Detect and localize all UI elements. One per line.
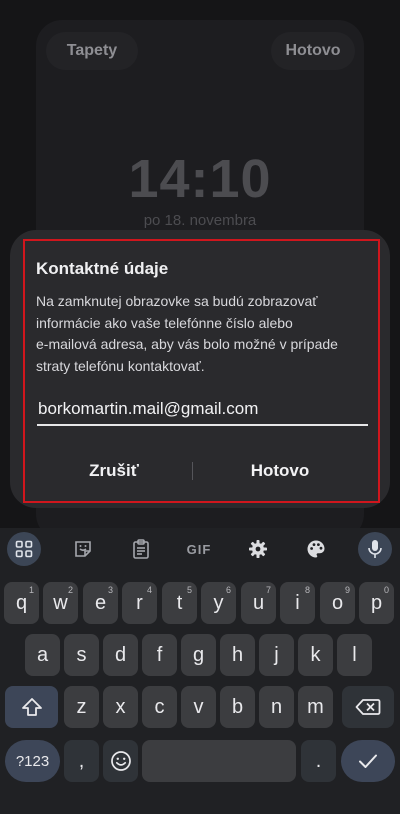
key-m[interactable]: m — [298, 686, 333, 728]
key-j[interactable]: j — [259, 634, 294, 676]
gear-icon[interactable] — [241, 532, 275, 566]
key-w[interactable]: w2 — [43, 582, 78, 624]
emoji-key[interactable] — [103, 740, 138, 782]
key-o[interactable]: o9 — [320, 582, 355, 624]
clipboard-icon[interactable] — [124, 532, 158, 566]
dialog-description-line: straty telefónu kontaktovať. — [36, 357, 205, 374]
emoji-icon — [110, 751, 131, 771]
key-h[interactable]: h — [220, 634, 255, 676]
key-b[interactable]: b — [220, 686, 255, 728]
sticker-icon[interactable] — [66, 532, 100, 566]
key-n[interactable]: n — [259, 686, 294, 728]
done-button[interactable]: Hotovo — [271, 32, 355, 70]
key-i[interactable]: i8 — [280, 582, 315, 624]
key-p[interactable]: p0 — [359, 582, 394, 624]
comma-key[interactable]: , — [64, 740, 99, 782]
dialog-description-line: Na zamknutej obrazovke sa budú zobrazova… — [36, 293, 318, 309]
dialog-description-line: e-mailová adresa, aby vás bolo možné v p… — [36, 336, 338, 352]
ok-button[interactable]: Hotovo — [200, 455, 360, 487]
dialog-title: Kontaktné údaje — [36, 259, 169, 278]
cancel-button[interactable]: Zrušiť — [46, 455, 182, 487]
apps-grid-icon[interactable] — [7, 532, 41, 566]
key-g[interactable]: g — [181, 634, 216, 676]
key-a[interactable]: a — [25, 634, 60, 676]
key-u[interactable]: u7 — [241, 582, 276, 624]
period-key[interactable]: . — [301, 740, 336, 782]
key-k[interactable]: k — [298, 634, 333, 676]
checkmark-icon — [359, 754, 377, 768]
enter-key[interactable] — [341, 740, 395, 782]
microphone-icon[interactable] — [358, 532, 392, 566]
key-l[interactable]: l — [337, 634, 372, 676]
symbols-key[interactable]: ?123 — [5, 740, 60, 782]
key-v[interactable]: v — [181, 686, 216, 728]
key-q[interactable]: q1 — [4, 582, 39, 624]
wallpapers-button[interactable]: Tapety — [46, 32, 138, 70]
key-f[interactable]: f — [142, 634, 177, 676]
key-d[interactable]: d — [103, 634, 138, 676]
key-z[interactable]: z — [64, 686, 99, 728]
shift-key[interactable] — [5, 686, 58, 728]
shift-icon — [21, 698, 42, 716]
key-e[interactable]: e3 — [83, 582, 118, 624]
lockscreen-date: po 18. novembra — [143, 212, 257, 229]
email-field[interactable] — [37, 394, 368, 426]
backspace-icon — [355, 699, 381, 715]
key-r[interactable]: r4 — [122, 582, 157, 624]
key-t[interactable]: t5 — [162, 582, 197, 624]
gif-button[interactable]: GIF — [182, 532, 216, 566]
key-y[interactable]: y6 — [201, 582, 236, 624]
dialog-description: Na zamknutej obrazovke sa budú zobrazova… — [36, 291, 366, 377]
backspace-key[interactable] — [342, 686, 394, 728]
key-x[interactable]: x — [103, 686, 138, 728]
gif-label: GIF — [186, 541, 212, 557]
dialog-description-line: informácie ako vaše telefónne číslo aleb… — [36, 314, 293, 331]
key-c[interactable]: c — [142, 686, 177, 728]
palette-icon[interactable] — [299, 532, 333, 566]
lockscreen-clock: 14:10 — [128, 149, 272, 209]
button-divider — [192, 462, 193, 480]
key-s[interactable]: s — [64, 634, 99, 676]
space-key[interactable] — [142, 740, 296, 782]
